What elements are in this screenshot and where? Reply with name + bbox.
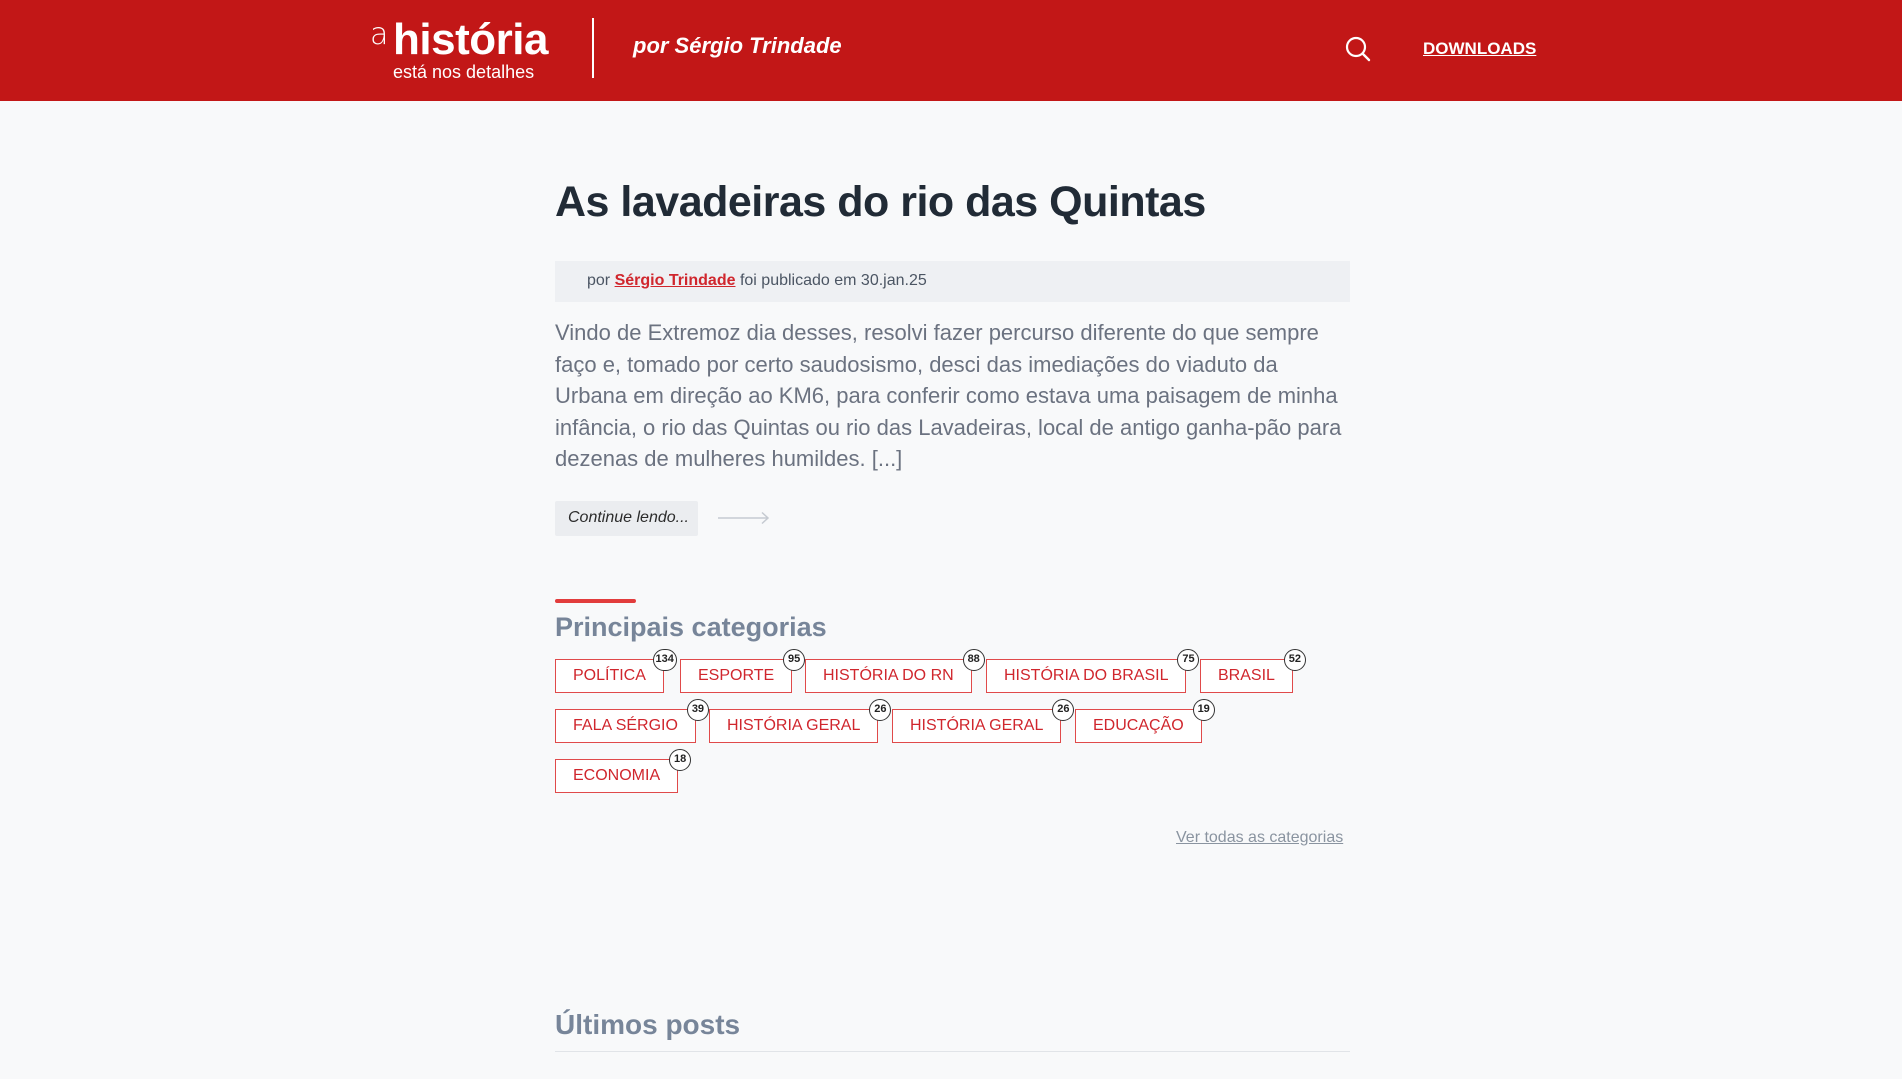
category-tag-politica[interactable]: POLÍTICA 134 (555, 649, 677, 693)
category-count-badge: 75 (1177, 649, 1200, 671)
categories-heading: Principais categorias (555, 612, 827, 642)
category-count-badge: 26 (869, 699, 892, 721)
downloads-link[interactable]: DOWNLOADS (1423, 39, 1536, 59)
category-tag-educacao[interactable]: EDUCAÇÃO 19 (1075, 699, 1215, 743)
category-count-badge: 134 (652, 649, 677, 671)
post-excerpt: Vindo de Extremoz dia desses, resolvi fa… (555, 320, 1342, 472)
category-label: POLÍTICA (573, 667, 646, 684)
category-count-badge: 52 (1283, 649, 1306, 671)
post-meta: por Sérgio Trindade foi publicado em 30.… (555, 261, 1350, 302)
category-count-badge: 88 (962, 649, 985, 671)
category-count-badge: 39 (686, 699, 709, 721)
category-label: BRASIL (1218, 667, 1275, 684)
logo-title: história (393, 15, 548, 64)
category-tag-esporte[interactable]: ESPORTE 95 (680, 649, 806, 693)
category-tag-fala-sergio[interactable]: FALA SÉRGIO 39 (555, 699, 709, 743)
header-byline: por Sérgio Trindade (633, 33, 842, 58)
post-date: 30.jan.25 (860, 272, 927, 289)
meta-prefix: por (587, 272, 611, 289)
section-accent-bar (555, 599, 636, 603)
author-link[interactable]: Sérgio Trindade (615, 272, 736, 289)
continue-reading-label: Continue lendo... (568, 509, 689, 526)
site-header: a história está nos detalhes por Sérgio … (0, 0, 1902, 101)
category-tag-historia-do-rn[interactable]: HISTÓRIA DO RN 88 (805, 649, 985, 693)
search-icon[interactable] (1343, 34, 1373, 64)
category-count-badge: 18 (669, 749, 692, 771)
category-tag-historia-geral-2[interactable]: HISTÓRIA GERAL 26 (892, 699, 1075, 743)
post-title[interactable]: As lavadeiras do rio das Quintas (555, 178, 1206, 227)
header-divider (592, 18, 594, 78)
category-label: ESPORTE (698, 667, 775, 684)
logo-a: a (370, 17, 389, 52)
category-tag-brasil[interactable]: BRASIL 52 (1200, 649, 1306, 693)
meta-middle: foi publicado em (739, 272, 857, 289)
category-tag-historia-geral[interactable]: HISTÓRIA GERAL 26 (709, 699, 892, 743)
latest-posts-divider (555, 1051, 1350, 1052)
category-label: HISTÓRIA DO BRASIL (1004, 667, 1169, 684)
category-label: HISTÓRIA DO RN (823, 667, 954, 684)
category-label: ECONOMIA (573, 767, 661, 784)
site-logo[interactable]: a história está nos detalhes (368, 14, 558, 84)
category-label: HISTÓRIA GERAL (727, 717, 861, 734)
category-count-badge: 26 (1052, 699, 1075, 721)
see-all-categories-link[interactable]: Ver todas as categorias (1176, 829, 1343, 847)
logo-subtitle: está nos detalhes (393, 62, 535, 82)
category-tag-economia[interactable]: ECONOMIA 18 (555, 749, 692, 793)
category-label: EDUCAÇÃO (1093, 717, 1184, 734)
category-label: FALA SÉRGIO (573, 717, 678, 734)
continue-reading-button[interactable]: Continue lendo... (555, 501, 698, 536)
category-label: HISTÓRIA GERAL (910, 717, 1044, 734)
category-count-badge: 19 (1192, 699, 1215, 721)
latest-posts-heading: Últimos posts (555, 1009, 741, 1040)
arrow-right-icon[interactable] (718, 511, 770, 525)
category-tag-historia-do-brasil[interactable]: HISTÓRIA DO BRASIL 75 (986, 649, 1200, 693)
category-count-badge: 95 (783, 649, 806, 671)
